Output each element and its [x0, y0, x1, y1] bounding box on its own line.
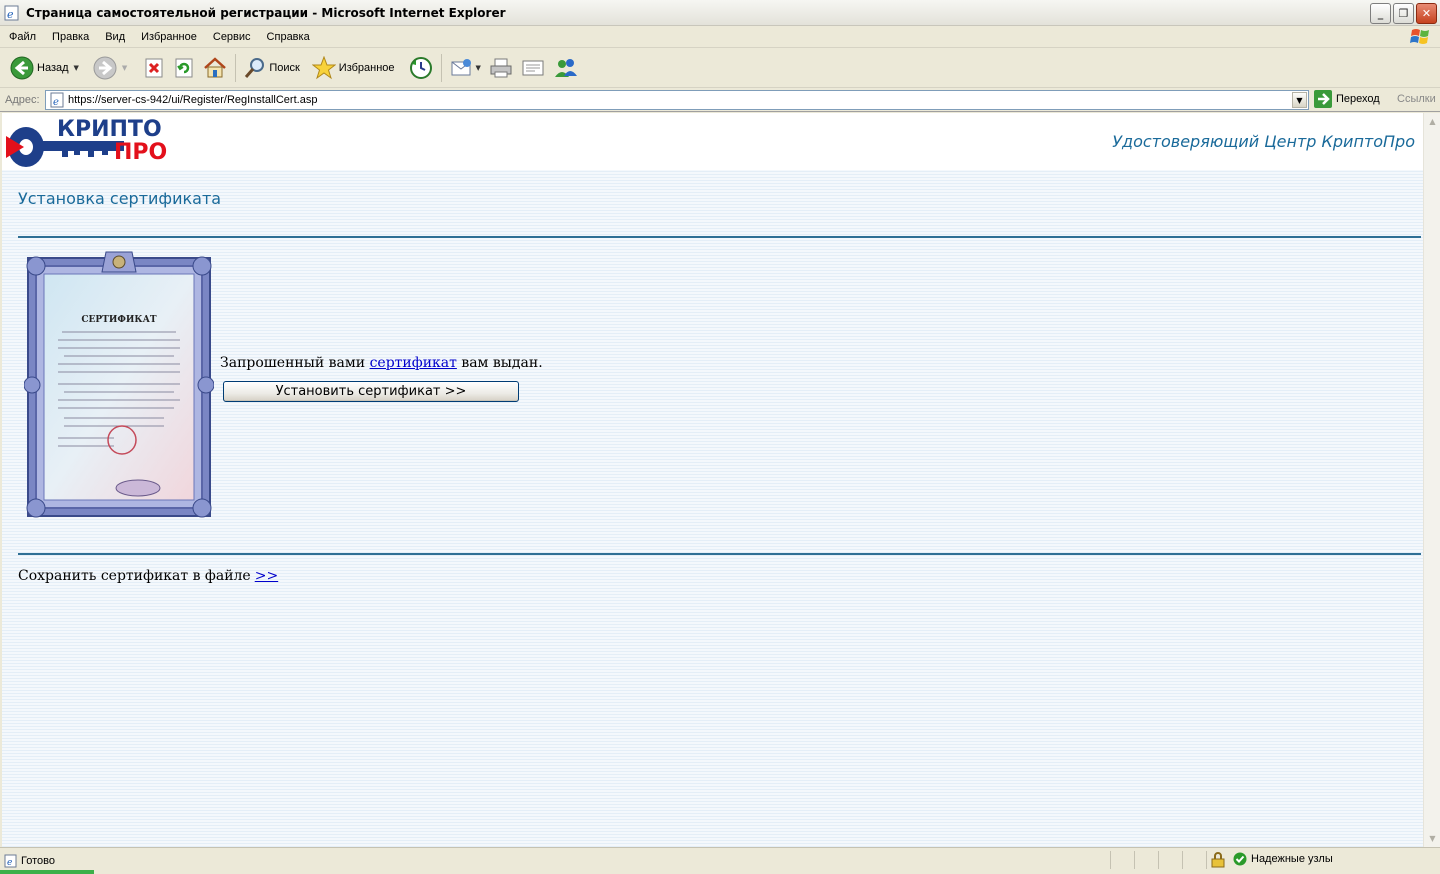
print-button[interactable] [485, 52, 517, 84]
page-body: Установка сертификата СЕРТИФИКАТ Запроше… [2, 170, 1423, 847]
toolbar-separator [440, 53, 442, 82]
menu-help[interactable]: Справка [259, 31, 318, 43]
close-button[interactable]: ✕ [1416, 3, 1437, 24]
security-zone[interactable]: Надежные узлы [1233, 852, 1333, 866]
toolbar: Назад ▼ ▼ Поиск Избранное ▼ [0, 48, 1440, 88]
menu-file[interactable]: Файл [0, 31, 44, 43]
messenger-icon [554, 58, 577, 77]
refresh-button[interactable] [169, 52, 199, 84]
mail-icon [451, 58, 471, 75]
home-button[interactable] [199, 52, 231, 84]
certificate-heading: СЕРТИФИКАТ [81, 315, 157, 325]
windows-logo-icon [1410, 29, 1429, 44]
status-panel [1134, 851, 1158, 869]
certificate-link[interactable]: сертификат [370, 355, 457, 371]
address-bar: Адрес: e https://server-cs-942/ui/Regist… [0, 88, 1440, 112]
install-certificate-button[interactable]: Установить сертификат >> [223, 381, 519, 402]
save-text: Сохранить сертификат в файле [18, 568, 251, 584]
address-input[interactable]: e https://server-cs-942/ui/Register/RegI… [45, 90, 1309, 110]
history-button[interactable] [405, 52, 437, 84]
save-certificate-link[interactable]: >> [255, 568, 278, 584]
title-bar: e Страница самостоятельной регистрации -… [0, 0, 1440, 26]
ie-page-icon: e [4, 5, 19, 21]
forward-button[interactable]: ▼ [89, 52, 131, 84]
menu-view[interactable]: Вид [97, 31, 133, 43]
address-dropdown-button[interactable]: ▼ [1292, 92, 1307, 108]
maximize-button[interactable]: ❐ [1393, 3, 1414, 24]
issued-message: Запрошенный вами сертификат вам выдан. [220, 355, 543, 371]
logo-line2: ПРО [114, 140, 167, 165]
back-arrow-icon [10, 56, 34, 79]
svg-text:e: e [7, 8, 14, 21]
vertical-scrollbar[interactable]: ▲ ▼ [1423, 113, 1440, 847]
page-title: Установка сертификата [18, 189, 222, 208]
svg-text:e: e [53, 97, 59, 108]
back-label: Назад [37, 61, 69, 74]
favorites-label: Избранное [338, 61, 395, 74]
edit-button[interactable] [517, 52, 549, 84]
chevron-down-icon[interactable]: ▼ [122, 64, 127, 72]
trusted-zone-icon [1233, 852, 1247, 866]
divider [18, 553, 1421, 555]
search-icon [245, 57, 265, 78]
menu-tools[interactable]: Сервис [205, 31, 259, 43]
page-icon: e [50, 92, 64, 108]
menu-edit[interactable]: Правка [44, 31, 97, 43]
issued-suffix: вам выдан. [456, 355, 543, 371]
home-icon [204, 56, 227, 77]
menu-favorites[interactable]: Избранное [133, 31, 205, 43]
logo-line1: КРИПТО [57, 117, 162, 142]
certificate-image: СЕРТИФИКАТ [24, 251, 214, 518]
edit-page-icon [522, 60, 544, 75]
go-label: Переход [1336, 93, 1380, 105]
status-text: Готово [21, 855, 55, 867]
minimize-button[interactable]: _ [1370, 3, 1391, 24]
chevron-down-icon[interactable]: ▼ [476, 64, 481, 72]
issued-prefix: Запрошенный вами [220, 355, 370, 371]
save-certificate-line: Сохранить сертификат в файле >> [18, 568, 278, 584]
address-url[interactable]: https://server-cs-942/ui/Register/RegIns… [68, 94, 317, 106]
mail-button[interactable]: ▼ [446, 52, 485, 84]
toolbar-separator [235, 53, 237, 82]
search-label: Поиск [269, 61, 300, 74]
divider [18, 236, 1421, 238]
page-status-icon: e [4, 854, 17, 868]
minimize-icon: _ [1377, 7, 1384, 20]
scroll-up-icon[interactable]: ▲ [1425, 114, 1440, 129]
go-arrow-icon [1314, 90, 1332, 108]
star-icon [311, 55, 336, 79]
page-viewport: КРИПТО ПРО Удостоверяющий Центр КриптоПр… [2, 113, 1423, 847]
cryptopro-logo: КРИПТО ПРО [6, 117, 167, 167]
ca-title: Удостоверяющий Центр КриптоПро [1112, 132, 1415, 151]
svg-text:e: e [7, 858, 12, 868]
close-icon: ✕ [1421, 7, 1432, 20]
refresh-icon [175, 58, 193, 77]
restore-icon: ❐ [1398, 7, 1409, 20]
forward-arrow-icon [93, 56, 117, 79]
printer-icon [490, 58, 512, 77]
zone-label: Надежные узлы [1251, 853, 1333, 865]
favorites-button[interactable]: Избранное [308, 52, 399, 84]
status-panel [1182, 851, 1206, 869]
status-panel [1110, 851, 1134, 869]
stop-button[interactable] [139, 52, 169, 84]
chevron-down-icon[interactable]: ▼ [74, 64, 79, 72]
lock-icon[interactable] [1211, 852, 1225, 868]
status-panel [1158, 851, 1182, 869]
go-button[interactable]: Переход [1314, 90, 1380, 108]
back-button[interactable]: Назад ▼ [6, 52, 83, 84]
messenger-button[interactable] [549, 52, 583, 84]
page-header: КРИПТО ПРО Удостоверяющий Центр КриптоПр… [2, 113, 1423, 170]
history-icon [409, 56, 432, 79]
menu-bar: Файл Правка Вид Избранное Сервис Справка [0, 26, 1440, 48]
status-bar: e Готово Надежные узлы [0, 847, 1440, 874]
scroll-down-icon[interactable]: ▼ [1425, 831, 1440, 846]
chevron-down-icon: ▼ [1296, 95, 1303, 105]
links-button[interactable]: Ссылки [1397, 93, 1436, 105]
address-label: Адрес: [5, 93, 40, 106]
window-title: Страница самостоятельной регистрации - M… [26, 5, 506, 20]
stop-icon [145, 58, 163, 77]
taskbar-strip [0, 870, 94, 874]
search-button[interactable]: Поиск [240, 52, 303, 84]
